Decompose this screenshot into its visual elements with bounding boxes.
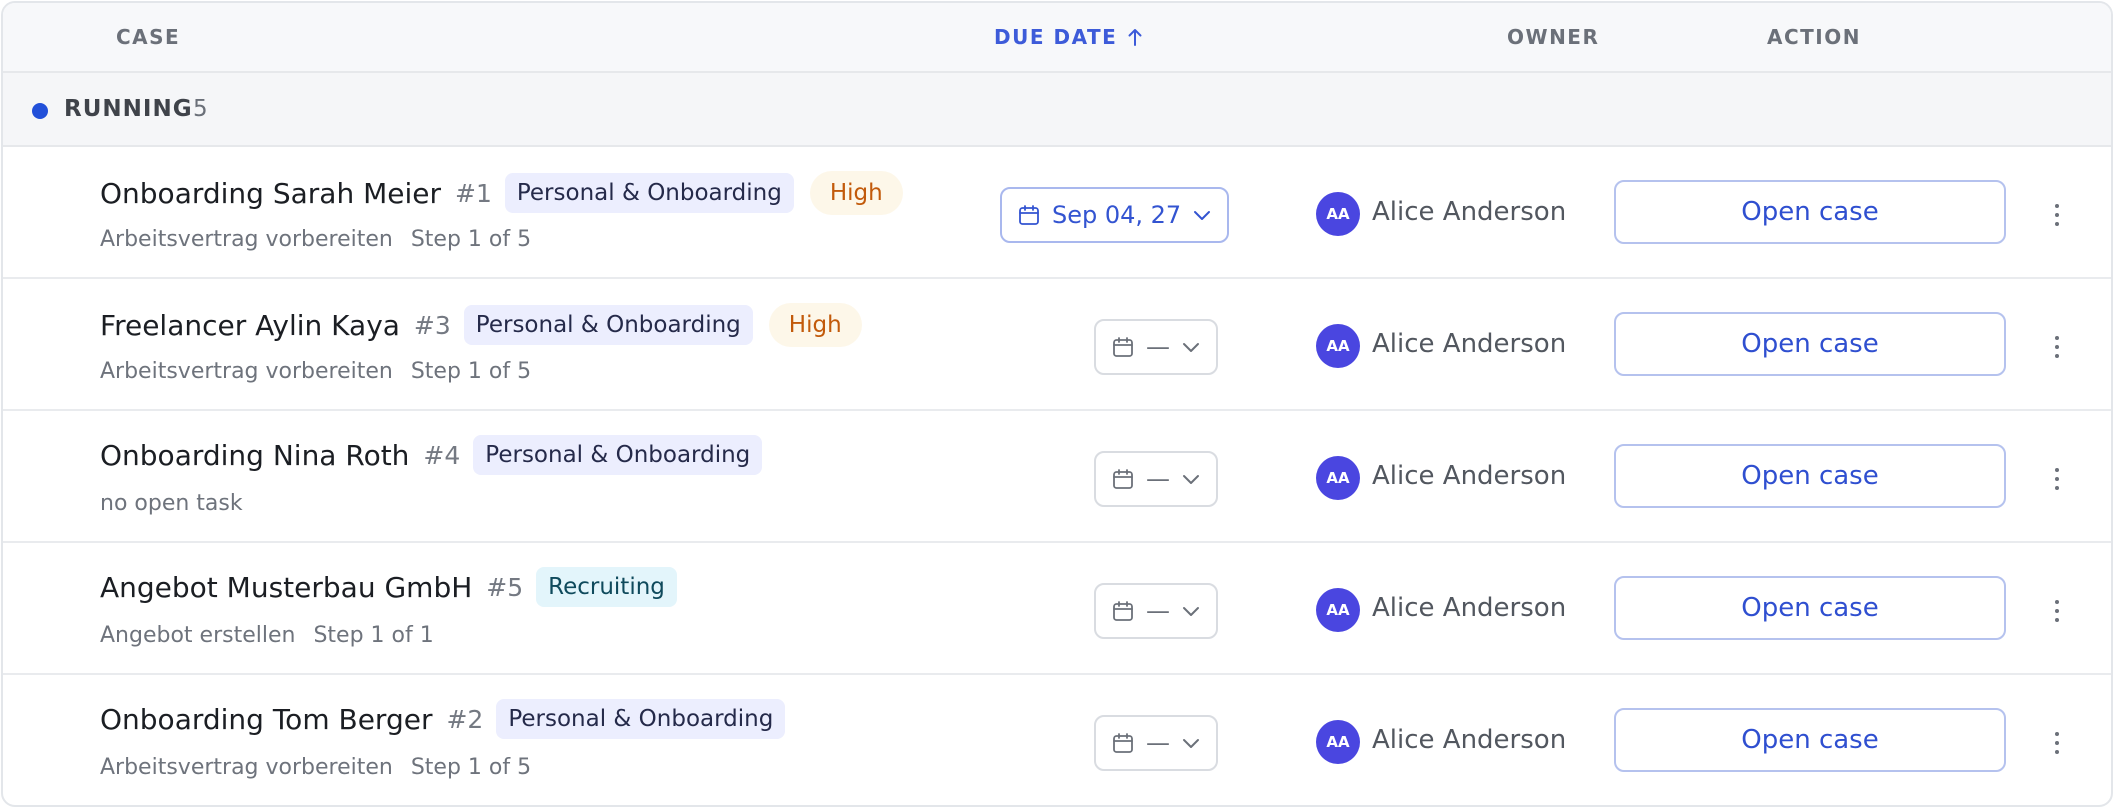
due-date-picker[interactable]: — bbox=[1094, 583, 1218, 639]
case-title[interactable]: Onboarding Sarah Meier bbox=[100, 177, 441, 210]
step-progress: Step 1 of 1 bbox=[313, 623, 434, 648]
category-tag: Personal & Onboarding bbox=[504, 173, 794, 213]
due-date-value: — bbox=[1146, 465, 1170, 493]
more-options-icon[interactable] bbox=[2043, 723, 2071, 763]
calendar-icon bbox=[1113, 601, 1133, 621]
current-task: Angebot erstellen bbox=[100, 623, 296, 648]
chevron-down-icon bbox=[1183, 343, 1199, 352]
table-row[interactable]: Angebot Musterbau GmbH #5 Recruiting Ang… bbox=[3, 543, 2111, 675]
group-header-running[interactable]: RUNNING 5 bbox=[3, 73, 2111, 147]
calendar-icon bbox=[1019, 205, 1039, 225]
case-subline: Arbeitsvertrag vorbereiten Step 1 of 5 bbox=[100, 755, 531, 780]
step-progress: Step 1 of 5 bbox=[410, 755, 532, 780]
case-title[interactable]: Angebot Musterbau GmbH bbox=[100, 571, 472, 604]
category-tag: Personal & Onboarding bbox=[463, 305, 753, 345]
step-progress: Step 1 of 5 bbox=[410, 227, 532, 252]
case-number: #2 bbox=[446, 704, 484, 734]
column-header-action-label: ACTION bbox=[1767, 25, 1861, 49]
open-case-button[interactable]: Open case bbox=[1614, 312, 2006, 376]
case-number: #3 bbox=[413, 310, 451, 340]
owner-name: Alice Anderson bbox=[1372, 461, 1567, 491]
due-date-value: — bbox=[1146, 597, 1170, 625]
more-options-icon[interactable] bbox=[2043, 459, 2071, 499]
open-case-button[interactable]: Open case bbox=[1614, 180, 2006, 244]
sort-ascending-icon bbox=[1128, 29, 1142, 46]
case-title-line: Freelancer Aylin Kaya #3 Personal & Onbo… bbox=[100, 303, 862, 347]
column-header-case-label: CASE bbox=[116, 25, 181, 49]
status-dot bbox=[32, 103, 48, 119]
chevron-down-icon bbox=[1183, 607, 1199, 616]
current-task: no open task bbox=[100, 491, 243, 516]
due-date-picker[interactable]: Sep 04, 27 bbox=[1000, 187, 1230, 243]
priority-badge: High bbox=[768, 303, 862, 347]
avatar: AA bbox=[1316, 192, 1360, 236]
calendar-icon bbox=[1113, 469, 1133, 489]
category-tag: Personal & Onboarding bbox=[496, 699, 786, 739]
calendar-icon bbox=[1113, 337, 1133, 357]
current-task: Arbeitsvertrag vorbereiten bbox=[100, 227, 393, 252]
table-row[interactable]: Freelancer Aylin Kaya #3 Personal & Onbo… bbox=[3, 279, 2111, 411]
case-subline: Arbeitsvertrag vorbereiten Step 1 of 5 bbox=[100, 359, 531, 384]
case-subline: Arbeitsvertrag vorbereiten Step 1 of 5 bbox=[100, 227, 531, 252]
chevron-down-icon bbox=[1183, 739, 1199, 748]
table-row[interactable]: Onboarding Tom Berger #2 Personal & Onbo… bbox=[3, 675, 2111, 805]
chevron-down-icon bbox=[1194, 211, 1211, 220]
case-title-line: Onboarding Tom Berger #2 Personal & Onbo… bbox=[100, 699, 786, 739]
case-title[interactable]: Onboarding Tom Berger bbox=[100, 703, 432, 736]
due-date-value: — bbox=[1146, 333, 1170, 361]
column-header-action: ACTION bbox=[1767, 25, 1861, 49]
current-task: Arbeitsvertrag vorbereiten bbox=[100, 755, 393, 780]
case-title[interactable]: Onboarding Nina Roth bbox=[100, 439, 409, 472]
avatar: AA bbox=[1316, 456, 1360, 500]
priority-badge: High bbox=[809, 171, 903, 215]
group-label: RUNNING bbox=[64, 96, 193, 122]
category-tag: Personal & Onboarding bbox=[473, 435, 763, 475]
avatar: AA bbox=[1316, 324, 1360, 368]
open-case-button[interactable]: Open case bbox=[1614, 444, 2006, 508]
step-progress: Step 1 of 5 bbox=[410, 359, 532, 384]
case-title-line: Onboarding Sarah Meier #1 Personal & Onb… bbox=[100, 171, 903, 215]
case-number: #5 bbox=[486, 572, 524, 602]
cases-table: CASE DUE DATE OWNER ACTION RUNNING 5 Onb… bbox=[1, 1, 2113, 807]
column-header-owner-label: OWNER bbox=[1507, 25, 1600, 49]
group-count: 5 bbox=[193, 96, 208, 122]
calendar-icon bbox=[1113, 733, 1133, 753]
case-subline: Angebot erstellen Step 1 of 1 bbox=[100, 623, 434, 648]
case-subline: no open task bbox=[100, 491, 243, 516]
avatar: AA bbox=[1316, 720, 1360, 764]
more-options-icon[interactable] bbox=[2043, 591, 2071, 631]
case-number: #1 bbox=[455, 178, 492, 208]
case-title-line: Onboarding Nina Roth #4 Personal & Onboa… bbox=[100, 435, 763, 475]
owner-name: Alice Anderson bbox=[1372, 593, 1567, 623]
owner-name: Alice Anderson bbox=[1372, 329, 1567, 359]
table-row[interactable]: Onboarding Sarah Meier #1 Personal & Onb… bbox=[3, 147, 2111, 279]
owner-name: Alice Anderson bbox=[1372, 725, 1567, 755]
case-title-line: Angebot Musterbau GmbH #5 Recruiting bbox=[100, 567, 677, 607]
column-header-case[interactable]: CASE bbox=[116, 25, 180, 49]
table-header: CASE DUE DATE OWNER ACTION bbox=[3, 3, 2111, 73]
due-date-value: Sep 04, 27 bbox=[1052, 201, 1182, 229]
more-options-icon[interactable] bbox=[2043, 195, 2071, 235]
case-title[interactable]: Freelancer Aylin Kaya bbox=[100, 309, 400, 342]
column-header-due-date-label: DUE DATE bbox=[994, 25, 1118, 49]
column-header-owner[interactable]: OWNER bbox=[1507, 25, 1599, 49]
column-header-due-date[interactable]: DUE DATE bbox=[994, 25, 1143, 49]
owner-name: Alice Anderson bbox=[1372, 197, 1567, 227]
due-date-picker[interactable]: — bbox=[1094, 319, 1218, 375]
avatar: AA bbox=[1316, 588, 1360, 632]
category-tag: Recruiting bbox=[536, 567, 677, 607]
due-date-value: — bbox=[1146, 729, 1170, 757]
current-task: Arbeitsvertrag vorbereiten bbox=[100, 359, 393, 384]
case-number: #4 bbox=[423, 440, 461, 470]
open-case-button[interactable]: Open case bbox=[1614, 576, 2006, 640]
chevron-down-icon bbox=[1183, 475, 1199, 484]
open-case-button[interactable]: Open case bbox=[1614, 708, 2006, 772]
due-date-picker[interactable]: — bbox=[1094, 715, 1218, 771]
due-date-picker[interactable]: — bbox=[1094, 451, 1218, 507]
more-options-icon[interactable] bbox=[2043, 327, 2071, 367]
table-row[interactable]: Onboarding Nina Roth #4 Personal & Onboa… bbox=[3, 411, 2111, 543]
